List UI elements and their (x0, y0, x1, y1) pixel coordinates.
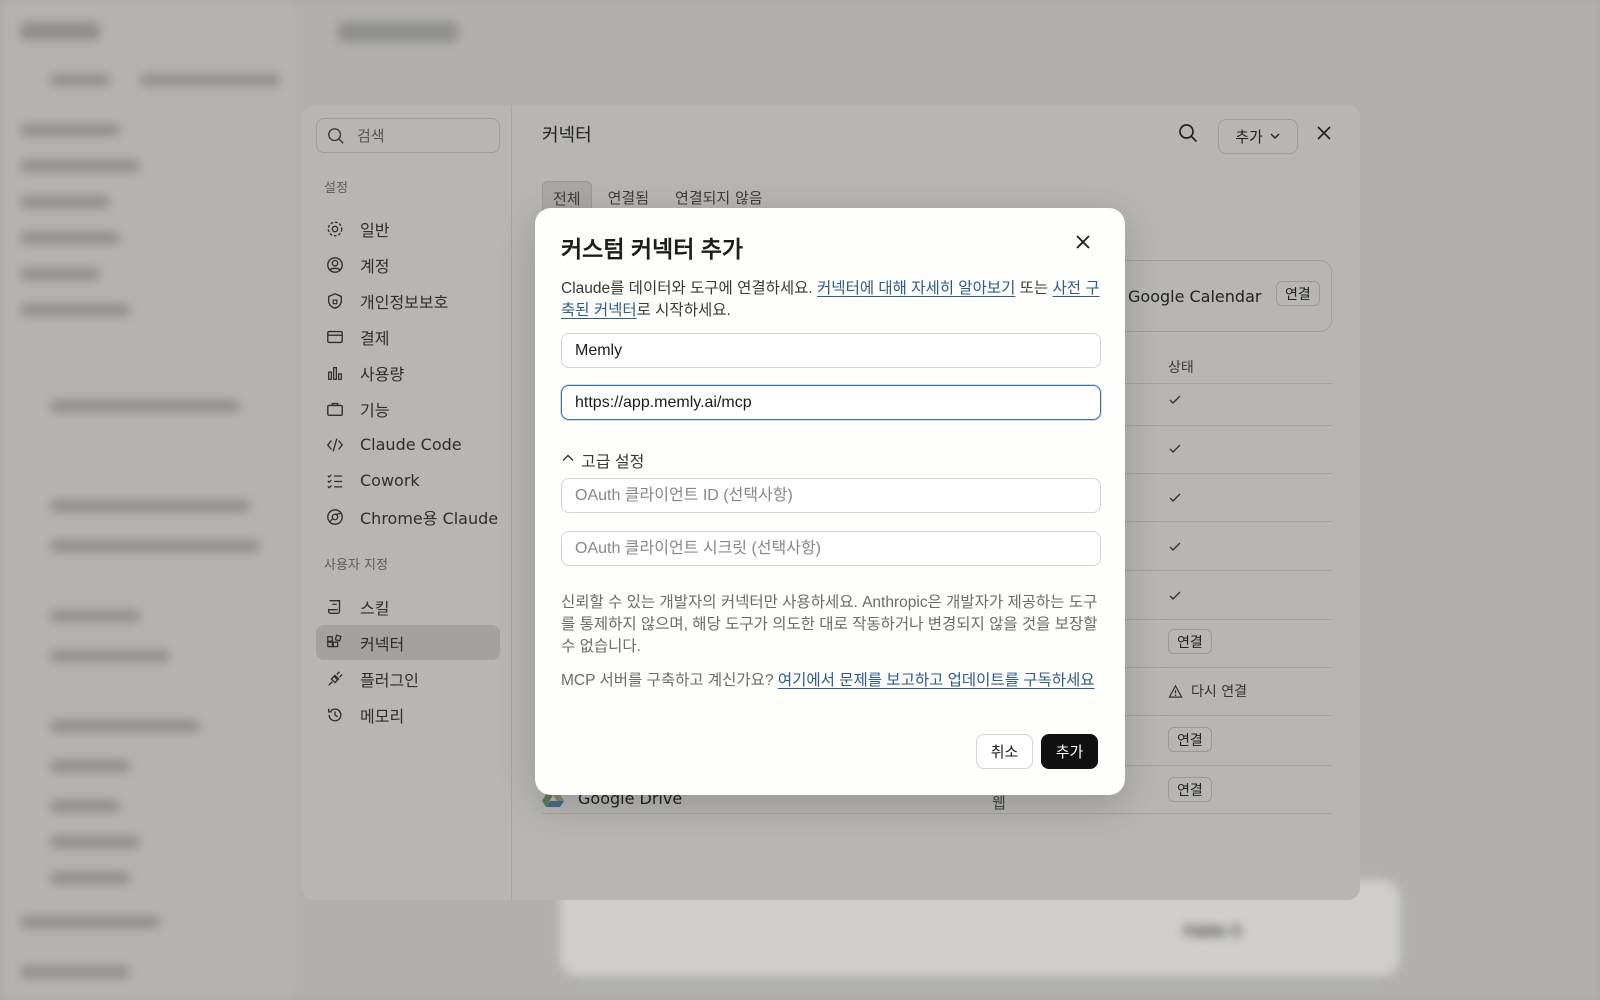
sidebar-item-label: Claude Code (360, 435, 462, 454)
background-sidebar (0, 0, 293, 1000)
add-connector-dropdown[interactable]: 추가 (1218, 119, 1298, 154)
check-icon (1169, 444, 1181, 453)
add-button[interactable]: 추가 (1041, 734, 1098, 769)
sidebar-item-label: 커넥터 (360, 634, 405, 654)
sidebar-item-usage[interactable]: 사용량 (316, 355, 500, 390)
reconnect-label: 다시 연결 (1191, 684, 1247, 700)
bar-chart-icon (326, 364, 344, 382)
chevron-up-icon (561, 451, 575, 470)
description-text: 로 시작하세요. (636, 302, 731, 319)
status-reconnect[interactable]: 다시 연결 (1168, 681, 1247, 701)
section-label-settings: 설정 (324, 181, 348, 196)
check-icon (1169, 591, 1181, 600)
sidebar-item-label: 기능 (360, 400, 390, 420)
connector-url-input[interactable] (561, 385, 1101, 420)
row-divider (542, 813, 1332, 814)
sidebar-item-claude-code[interactable]: Claude Code (316, 427, 500, 462)
credit-card-icon (326, 328, 344, 346)
close-icon[interactable] (1075, 234, 1091, 255)
advanced-settings-label: 고급 설정 (581, 454, 645, 471)
sidebar-item-privacy[interactable]: 개인정보보호 (316, 283, 500, 318)
add-dropdown-label: 추가 (1235, 128, 1263, 146)
sidebar-item-skills[interactable]: 스킬 (316, 589, 500, 624)
status-check (1168, 540, 1182, 554)
sidebar-item-label: 스킬 (360, 598, 390, 618)
sidebar-item-label: 개인정보보호 (360, 292, 449, 312)
user-circle-icon (326, 256, 344, 274)
sidebar-item-features[interactable]: 기능 (316, 391, 500, 426)
warning-icon (1168, 684, 1183, 698)
report-issues-link[interactable]: 여기에서 문제를 보고하고 업데이트를 구독하세요 (778, 672, 1095, 689)
gear-icon (326, 220, 344, 238)
status-check (1168, 589, 1182, 603)
sidebar-item-label: Cowork (360, 471, 420, 490)
status-column-header: 상태 (1168, 360, 1194, 376)
dialog-title: 커스텀 커넥터 추가 (561, 236, 744, 262)
connect-button[interactable]: 연결 (1168, 727, 1212, 752)
sidebar-item-general[interactable]: 일반 (316, 211, 500, 246)
connector-name: Google Calendar (1128, 287, 1262, 306)
cancel-button[interactable]: 취소 (976, 734, 1033, 769)
model-label: Fable 5 (1184, 924, 1242, 940)
chevron-down-icon (1269, 128, 1281, 146)
sidebar-item-label: 일반 (360, 220, 390, 240)
oauth-client-secret-input[interactable] (561, 531, 1101, 566)
oauth-client-id-input[interactable] (561, 478, 1101, 513)
section-label-custom: 사용자 지정 (324, 558, 388, 573)
learn-connectors-link[interactable]: 커넥터에 대해 자세히 알아보기 (817, 280, 1015, 297)
sidebar-item-cowork[interactable]: Cowork (316, 463, 500, 498)
sidebar-item-connectors[interactable]: 커넥터 (316, 625, 500, 660)
sidebar-item-memory[interactable]: 메모리 (316, 697, 500, 732)
connect-button[interactable]: 연결 (1168, 777, 1212, 802)
mcp-note-text: MCP 서버를 구축하고 계신가요? (561, 672, 778, 689)
search-icon (328, 127, 344, 144)
sidebar-item-billing[interactable]: 결제 (316, 319, 500, 354)
description-text: Claude를 데이터와 도구에 연결하세요. (561, 280, 818, 297)
scroll-icon (326, 598, 344, 616)
history-icon (326, 706, 344, 724)
sidebar-item-label: Chrome용 Claude (360, 508, 499, 528)
mcp-note: MCP 서버를 구축하고 계신가요? 여기에서 문제를 보고하고 업데이트를 구… (561, 670, 1101, 692)
connector-grid-icon (326, 634, 344, 652)
settings-sidebar: 검색 설정 일반 계정 개인정보보호 결제 사용량 기능 Claude Code… (302, 105, 512, 900)
status-connect: 연결 (1168, 629, 1212, 654)
settings-search[interactable]: 검색 (316, 118, 500, 153)
connect-button[interactable]: 연결 (1276, 281, 1320, 306)
plug-icon (326, 670, 344, 688)
page-title: 커넥터 (542, 125, 592, 146)
check-icon (1169, 395, 1181, 404)
code-icon (326, 436, 344, 454)
sidebar-item-plugins[interactable]: 플러그인 (316, 661, 500, 696)
dialog-description: Claude를 데이터와 도구에 연결하세요. 커넥터에 대해 자세히 알아보기… (561, 278, 1101, 322)
sidebar-item-label: 계정 (360, 256, 390, 276)
advanced-settings-toggle[interactable]: 고급 설정 (561, 448, 644, 472)
status-connect: 연결 (1168, 727, 1212, 752)
sidebar-item-label: 메모리 (360, 706, 405, 726)
close-icon[interactable] (1316, 125, 1332, 145)
status-check (1168, 491, 1182, 505)
check-icon (1169, 542, 1181, 551)
globe-icon (326, 508, 344, 526)
status-connect: 연결 (1168, 777, 1212, 802)
sidebar-item-label: 결제 (360, 328, 390, 348)
trust-warning-text: 신뢰할 수 있는 개발자의 커넥터만 사용하세요. Anthropic은 개발자… (561, 594, 1098, 655)
description-text: 또는 (1015, 280, 1053, 297)
status-check (1168, 442, 1182, 456)
settings-search-placeholder: 검색 (357, 127, 385, 145)
connect-button[interactable]: 연결 (1168, 629, 1212, 654)
connector-name-input[interactable] (561, 333, 1101, 368)
shield-icon (326, 292, 344, 310)
status-check (1168, 393, 1182, 407)
checklist-icon (326, 472, 344, 490)
check-icon (1169, 493, 1181, 502)
search-icon[interactable] (1178, 123, 1198, 147)
sidebar-item-label: 사용량 (360, 364, 405, 384)
sidebar-item-chrome[interactable]: Chrome용 Claude (316, 499, 500, 534)
sidebar-item-account[interactable]: 계정 (316, 247, 500, 282)
connector-type: 웹 (992, 794, 1006, 812)
sidebar-item-label: 플러그인 (360, 670, 419, 690)
add-custom-connector-dialog: 커스텀 커넥터 추가 Claude를 데이터와 도구에 연결하세요. 커넥터에 … (535, 208, 1125, 795)
briefcase-icon (326, 400, 344, 418)
